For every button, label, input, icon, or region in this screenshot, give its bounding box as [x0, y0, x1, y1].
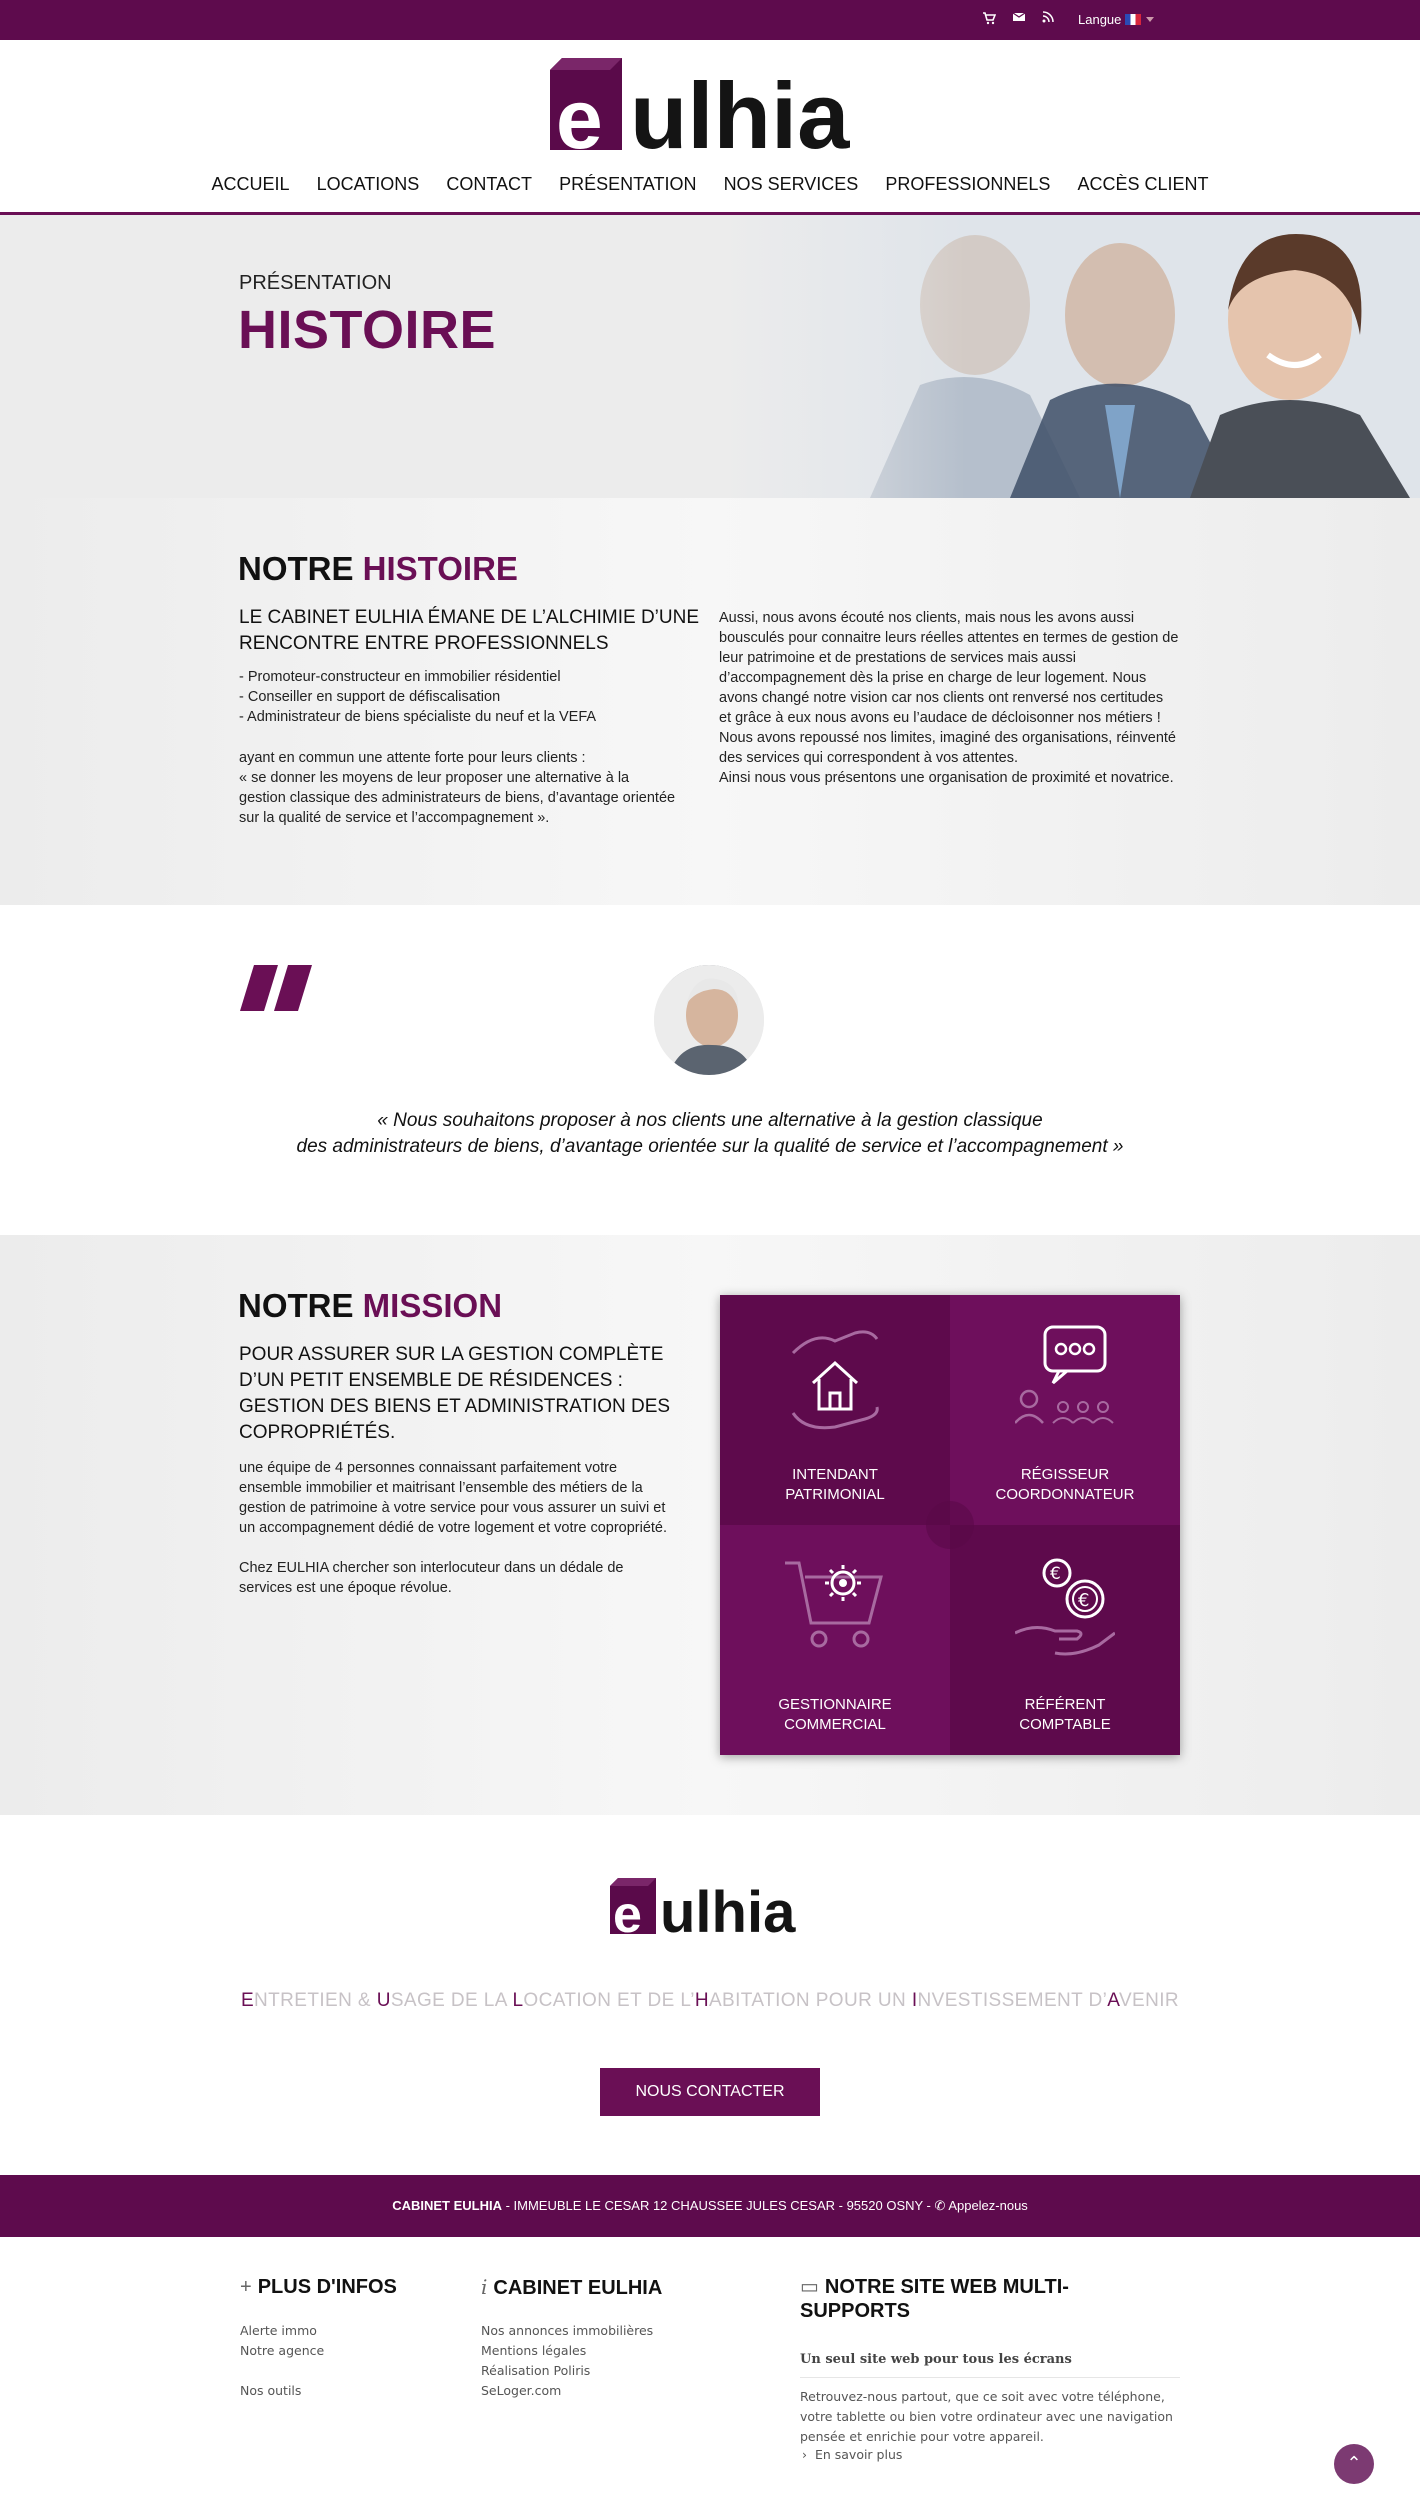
- histoire-section: NOTRE HISTOIRE LE CABINET EULHIA ÉMANE D…: [0, 498, 1420, 905]
- hero-banner: PRÉSENTATION HISTOIRE: [0, 215, 1420, 498]
- quote-mark-icon: [240, 965, 312, 1015]
- svg-text:ulhia: ulhia: [660, 1880, 796, 1938]
- language-selector[interactable]: Langue: [1078, 11, 1155, 29]
- scroll-to-top-button[interactable]: ⌃: [1334, 2444, 1374, 2484]
- avatar: [654, 965, 764, 1075]
- call-link[interactable]: Appelez-nous: [948, 2198, 1028, 2213]
- mail-icon[interactable]: [1010, 11, 1028, 29]
- contact-button[interactable]: NOUS CONTACTER: [600, 2068, 820, 2116]
- footer: + PLUS D'INFOS Alerte immo Notre agence N…: [0, 2237, 1420, 2493]
- cart-gear-icon: [785, 1561, 883, 1648]
- mission-paragraph: une équipe de 4 personnes connaissant pa…: [239, 1460, 668, 1596]
- histoire-subheading: LE CABINET EULHIA ÉMANE DE L’ALCHIMIE D’…: [239, 607, 699, 654]
- cart-icon[interactable]: [980, 11, 998, 29]
- chevron-down-icon: [1146, 17, 1155, 22]
- histoire-right-text: Aussi, nous avons écouté nos clients, ma…: [719, 610, 1179, 786]
- svg-text:€: €: [1050, 1564, 1061, 1584]
- address-bar: CABINET EULHIA - IMMEUBLE LE CESAR 12 CH…: [0, 2175, 1420, 2237]
- site-logo[interactable]: e ulhia: [546, 52, 876, 168]
- quote-text: « Nous souhaitons proposer à nos clients…: [296, 1110, 1124, 1157]
- nav-presentation[interactable]: PRÉSENTATION: [559, 172, 696, 196]
- footer-col3-text: Retrouvez-nous partout, que ce soit avec…: [800, 2389, 1173, 2444]
- speech-people-icon: [1015, 1325, 1114, 1424]
- footer-col1-title: + PLUS D'INFOS: [240, 2276, 397, 2298]
- nav-nos-services[interactable]: NOS SERVICES: [724, 172, 859, 196]
- footer-col3-title: ▭ NOTRE SITE WEB MULTI-SUPPORTS: [800, 2276, 1069, 2322]
- svg-text:e: e: [613, 1886, 642, 1938]
- footer-link-outils[interactable]: Nos outils: [240, 2381, 324, 2401]
- list-item: - Administrateur de biens spécialiste du…: [239, 709, 597, 725]
- phone-icon: ✆: [934, 2198, 946, 2213]
- hero-photo: [720, 215, 1420, 498]
- footer-link-mentions[interactable]: Mentions légales: [481, 2341, 653, 2361]
- chevron-up-icon: ⌃: [1346, 2453, 1362, 2474]
- footer-link-agence[interactable]: Notre agence: [240, 2341, 324, 2361]
- footer-col2-title: i CABINET EULHIA: [481, 2275, 663, 2299]
- footer-logo: e ulhia: [608, 1874, 812, 1945]
- tile-regisseur[interactable]: RÉGISSEUR COORDONNATEUR: [950, 1295, 1180, 1525]
- roles-grid: INTENDANT PATRIMONIAL RÉGISSEUR COORDONNAT…: [720, 1295, 1180, 1755]
- footer-link-annonces[interactable]: Nos annonces immobilières: [481, 2321, 653, 2341]
- nav-acces-client[interactable]: ACCÈS CLIENT: [1078, 172, 1209, 196]
- nav-accueil[interactable]: ACCUEIL: [211, 172, 289, 196]
- svg-text:e: e: [556, 72, 603, 156]
- tile-intendant[interactable]: INTENDANT PATRIMONIAL: [720, 1295, 950, 1525]
- tile-referent[interactable]: € € RÉFÉRENT COMPTABLE: [950, 1525, 1180, 1755]
- nav-professionnels[interactable]: PROFESSIONNELS: [885, 172, 1050, 196]
- mission-section: NOTRE MISSION POUR ASSURER SUR LA GESTIO…: [0, 1235, 1420, 1815]
- histoire-paragraph: ayant en commun une attente forte pour l…: [239, 750, 676, 826]
- page-title: HISTOIRE: [238, 300, 497, 360]
- grid-center-decor: [926, 1501, 974, 1549]
- footer-col2-links: Nos annonces immobilières Mentions légal…: [481, 2321, 653, 2401]
- mission-heading: NOTRE MISSION: [238, 1287, 503, 1324]
- hero-kicker: PRÉSENTATION: [239, 272, 392, 294]
- svg-text:ulhia: ulhia: [630, 63, 850, 156]
- top-bar: Langue: [0, 0, 1420, 40]
- footer-link-seloger[interactable]: SeLoger.com: [481, 2381, 653, 2401]
- histoire-bullets: - Promoteur-constructeur en immobilier r…: [239, 667, 679, 727]
- tile-gestionnaire[interactable]: GESTIONNAIRE COMMERCIAL: [720, 1525, 950, 1755]
- footer-link-alerte[interactable]: Alerte immo: [240, 2321, 324, 2341]
- nav-locations[interactable]: LOCATIONS: [317, 172, 420, 196]
- list-item: - Promoteur-constructeur en immobilier r…: [239, 669, 561, 685]
- footer-col3-subtitle: Un seul site web pour tous les écrans: [800, 2352, 1180, 2378]
- quote-section: « Nous souhaitons proposer à nos clients…: [0, 905, 1420, 1235]
- mission-subheading: POUR ASSURER SUR LA GESTION COMPLÈTE D’U…: [239, 1344, 671, 1443]
- svg-text:€: €: [1078, 1590, 1089, 1611]
- footer-link-poliris[interactable]: Réalisation Poliris: [481, 2361, 653, 2381]
- house-hands-icon: [791, 1330, 879, 1430]
- histoire-heading: NOTRE HISTOIRE: [238, 550, 518, 587]
- footer-col1-links: Alerte immo Notre agence Nos outils: [240, 2321, 324, 2401]
- brand-section: e ulhia ENTRETIEN & USAGE DE LA LOCATION…: [0, 1815, 1420, 2175]
- list-item: - Conseiller en support de défiscalisati…: [239, 689, 501, 705]
- main-nav: ACCUEIL LOCATIONS CONTACT PRÉSENTATION N…: [0, 172, 1420, 212]
- euro-hand-icon: € €: [1015, 1558, 1115, 1656]
- info-icon: i: [481, 2275, 488, 2299]
- french-flag-icon: [1125, 14, 1142, 25]
- plus-icon: +: [240, 2276, 252, 2298]
- devices-icon: ▭: [800, 2276, 819, 2298]
- rss-icon[interactable]: [1039, 11, 1057, 29]
- brand-tagline: ENTRETIEN & USAGE DE LA LOCATION ET DE L…: [240, 1990, 1180, 2011]
- chevron-right-icon: ›: [802, 2447, 807, 2462]
- learn-more-link[interactable]: › En savoir plus: [802, 2447, 902, 2462]
- nav-contact[interactable]: CONTACT: [446, 172, 532, 196]
